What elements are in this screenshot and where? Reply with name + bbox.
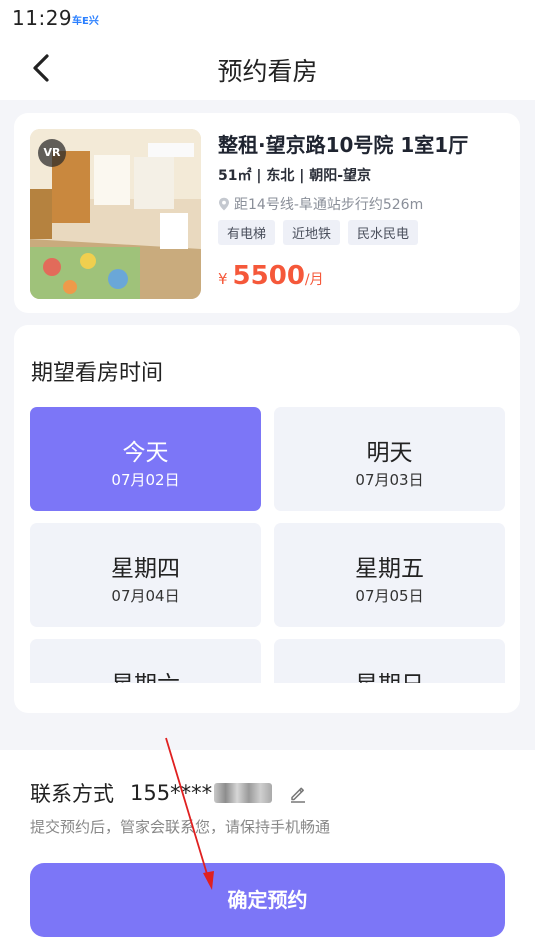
day-name: 星期五 [355, 556, 424, 582]
status-bar: 11:29 车E兴 [0, 0, 535, 36]
contact-label: 联系方式 [30, 782, 114, 806]
nav-bar: 预约看房 [0, 36, 535, 100]
day-date: 07月04日 [111, 587, 180, 605]
contact-row: 联系方式 155**** [30, 778, 308, 808]
day-name: 星期六 [30, 665, 261, 683]
section-title: 期望看房时间 [31, 361, 164, 386]
house-meta: 51㎡ | 东北 | 朝阳-望京 [218, 168, 372, 184]
tag: 民水民电 [348, 220, 419, 245]
vr-badge: VR [38, 139, 66, 167]
status-app-label: 车E兴 [72, 16, 99, 27]
day-option-today[interactable]: 今天 07月02日 [30, 407, 261, 511]
day-grid[interactable]: 今天 07月02日 明天 07月03日 星期四 07月04日 星期五 07月05… [30, 407, 505, 683]
tag: 有电梯 [218, 220, 276, 245]
day-name: 明天 [366, 440, 413, 466]
price-unit: /月 [304, 272, 324, 288]
location-pin-icon [219, 197, 229, 211]
day-option-friday[interactable]: 星期五 07月05日 [274, 523, 505, 627]
contact-hint: 提交预约后，管家会联系您，请保持手机畅通 [30, 818, 331, 836]
house-price: ¥5500/月 [218, 261, 324, 291]
day-date: 07月03日 [355, 471, 424, 489]
house-photo[interactable]: VR [30, 129, 201, 299]
bottom-panel: 联系方式 155**** 提交预约后，管家会联系您，请保持手机畅通 确定预约 [0, 750, 535, 951]
phone-redaction [214, 783, 273, 803]
price-amount: 5500 [232, 261, 305, 291]
day-date: 07月05日 [355, 587, 424, 605]
day-option-thursday[interactable]: 星期四 07月04日 [30, 523, 261, 627]
tag: 近地铁 [283, 220, 341, 245]
house-card[interactable]: VR 整租·望京路10号院 1室1厅 51㎡ | 东北 | 朝阳-望京 距14号… [14, 113, 520, 313]
status-time: 11:29 [12, 6, 73, 30]
day-option-tomorrow[interactable]: 明天 07月03日 [274, 407, 505, 511]
day-date: 07月02日 [111, 471, 180, 489]
house-distance: 距14号线-阜通站步行约526m [218, 194, 423, 214]
day-name: 星期四 [111, 556, 180, 582]
day-name: 星期日 [274, 665, 505, 683]
house-distance-text: 距14号线-阜通站步行约526m [234, 197, 424, 213]
house-tags: 有电梯 近地铁 民水民电 [218, 220, 419, 245]
edit-icon[interactable] [288, 783, 308, 803]
day-name: 今天 [122, 440, 169, 466]
page-title: 预约看房 [217, 57, 318, 86]
day-option-sunday[interactable]: 星期日 [274, 639, 505, 683]
house-title: 整租·望京路10号院 1室1厅 [218, 133, 469, 157]
contact-phone: 155**** [130, 781, 213, 805]
day-option-saturday[interactable]: 星期六 [30, 639, 261, 683]
viewing-time-card: 期望看房时间 今天 07月02日 明天 07月03日 星期四 07月04日 星期… [14, 325, 520, 713]
price-currency: ¥ [218, 270, 228, 288]
confirm-booking-button[interactable]: 确定预约 [30, 863, 505, 937]
